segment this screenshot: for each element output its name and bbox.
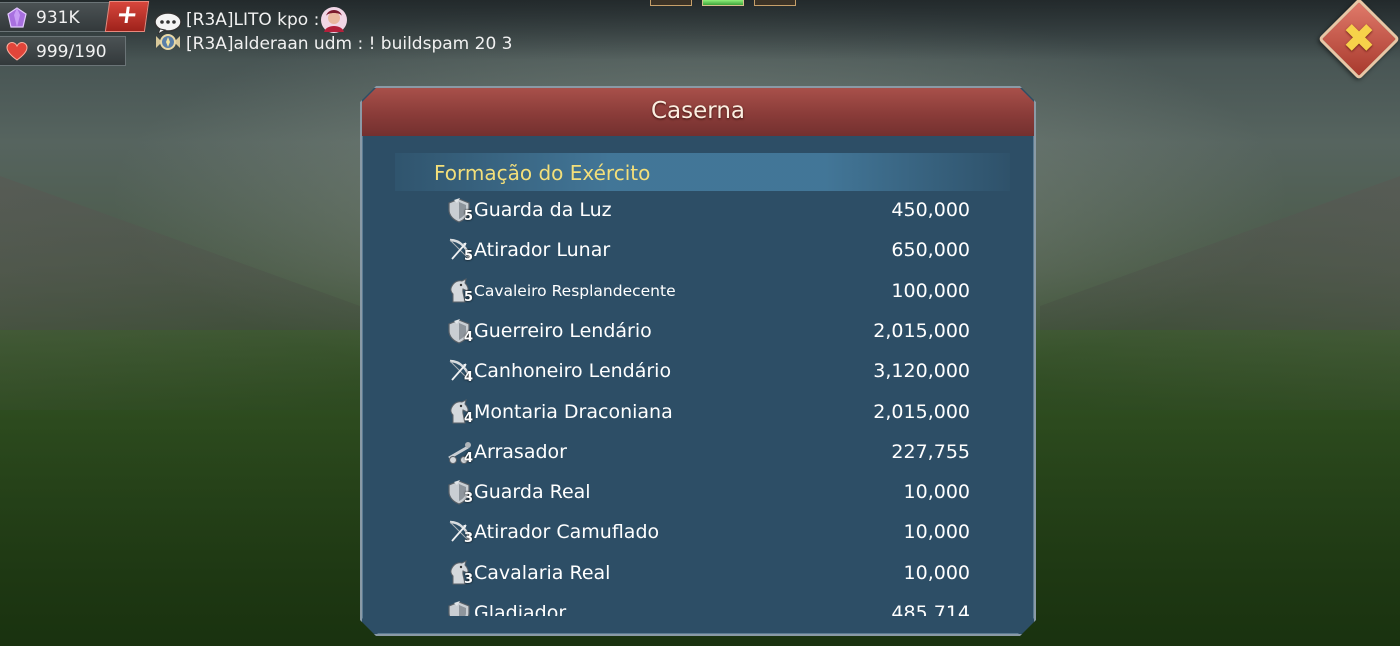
troop-tier: 3: [464, 531, 474, 547]
troop-row[interactable]: 3 Cavalaria Real 10,000: [442, 555, 972, 595]
troop-name: Guarda da Luz: [474, 199, 612, 221]
troop-list[interactable]: 5 Guarda da Luz 450,000 5 Atirador Lunar 650,…: [362, 192, 1034, 616]
troop-name: Guarda Real: [474, 481, 591, 504]
gem-icon: [7, 7, 27, 28]
troop-count: 485,714: [891, 602, 970, 616]
troop-row[interactable]: 3 Guarda Real 10,000: [442, 474, 972, 514]
troop-row[interactable]: 5 Guarda da Luz 450,000: [442, 192, 972, 232]
troop-row[interactable]: Gladiador 485,714: [442, 595, 972, 616]
troop-count: 650,000: [891, 239, 970, 262]
troop-name: Atirador Camuflado: [474, 521, 660, 544]
close-icon[interactable]: ✖: [1330, 10, 1388, 68]
page-indicator: [650, 0, 798, 8]
section-title: Formação do Exército: [434, 161, 651, 185]
troop-name: Cavaleiro Resplandecente: [474, 281, 676, 300]
troop-count: 10,000: [903, 481, 970, 504]
troop-count: 2,015,000: [873, 319, 970, 342]
hearts-value: 999/190: [36, 42, 107, 62]
troop-tier: 4: [464, 370, 474, 386]
troop-row[interactable]: 5 Cavaleiro Resplandecente 100,000: [442, 273, 972, 313]
troop-row[interactable]: 3 Atirador Camuflado 10,000: [442, 514, 972, 554]
guild-rank-icon: [156, 34, 180, 50]
troop-count: 100,000: [891, 279, 970, 302]
troop-row[interactable]: 4 Guerreiro Lendário 2,015,000: [442, 313, 972, 353]
troop-row[interactable]: 4 Montaria Draconiana 2,015,000: [442, 394, 972, 434]
troop-name: Montaria Draconiana: [474, 400, 673, 423]
troop-count: 10,000: [903, 561, 970, 584]
troop-name: Atirador Lunar: [474, 239, 611, 262]
troop-tier: 5: [464, 249, 474, 265]
troop-row[interactable]: 4 Canhoneiro Lendário 3,120,000: [442, 353, 972, 393]
page-dot[interactable]: [754, 0, 796, 6]
troop-row[interactable]: 5 Atirador Lunar 650,000: [442, 232, 972, 272]
gems-counter[interactable]: 931K: [0, 2, 110, 32]
troop-count: 450,000: [891, 199, 970, 221]
shield-icon: [446, 600, 472, 616]
troop-tier: 3: [464, 491, 474, 507]
hearts-counter[interactable]: 999/190: [0, 36, 126, 66]
chat-message[interactable]: [R3A]alderaan udm : ! buildspam 20 3: [186, 34, 512, 54]
troop-count: 2,015,000: [873, 400, 970, 423]
troop-tier: 5: [464, 289, 474, 305]
troop-name: Guerreiro Lendário: [474, 319, 652, 342]
troop-tier: 4: [464, 450, 474, 466]
gems-value: 931K: [36, 8, 80, 28]
troop-name: Canhoneiro Lendário: [474, 360, 672, 383]
troop-tier: 4: [464, 410, 474, 426]
troop-count: 10,000: [903, 521, 970, 544]
troop-name: Gladiador: [474, 602, 567, 616]
avatar[interactable]: [320, 6, 348, 34]
troop-count: 3,120,000: [873, 360, 970, 383]
panel-title: Caserna: [650, 98, 745, 124]
chat-bubble-icon[interactable]: [154, 12, 182, 34]
heart-icon: [6, 41, 28, 61]
page-dot[interactable]: [650, 0, 692, 6]
chat-message[interactable]: [R3A]LITO kpo :: [186, 10, 319, 30]
troop-name: Cavalaria Real: [474, 561, 611, 584]
troop-tier: 4: [464, 329, 474, 345]
troop-count: 227,755: [891, 440, 970, 463]
troop-name: Arrasador: [474, 440, 567, 463]
troop-tier: 5: [464, 209, 474, 224]
troop-tier: 3: [464, 571, 474, 587]
troop-row[interactable]: 4 Arrasador 227,755: [442, 434, 972, 474]
page-dot-active[interactable]: [702, 0, 744, 6]
add-gems-button[interactable]: +: [104, 0, 150, 32]
